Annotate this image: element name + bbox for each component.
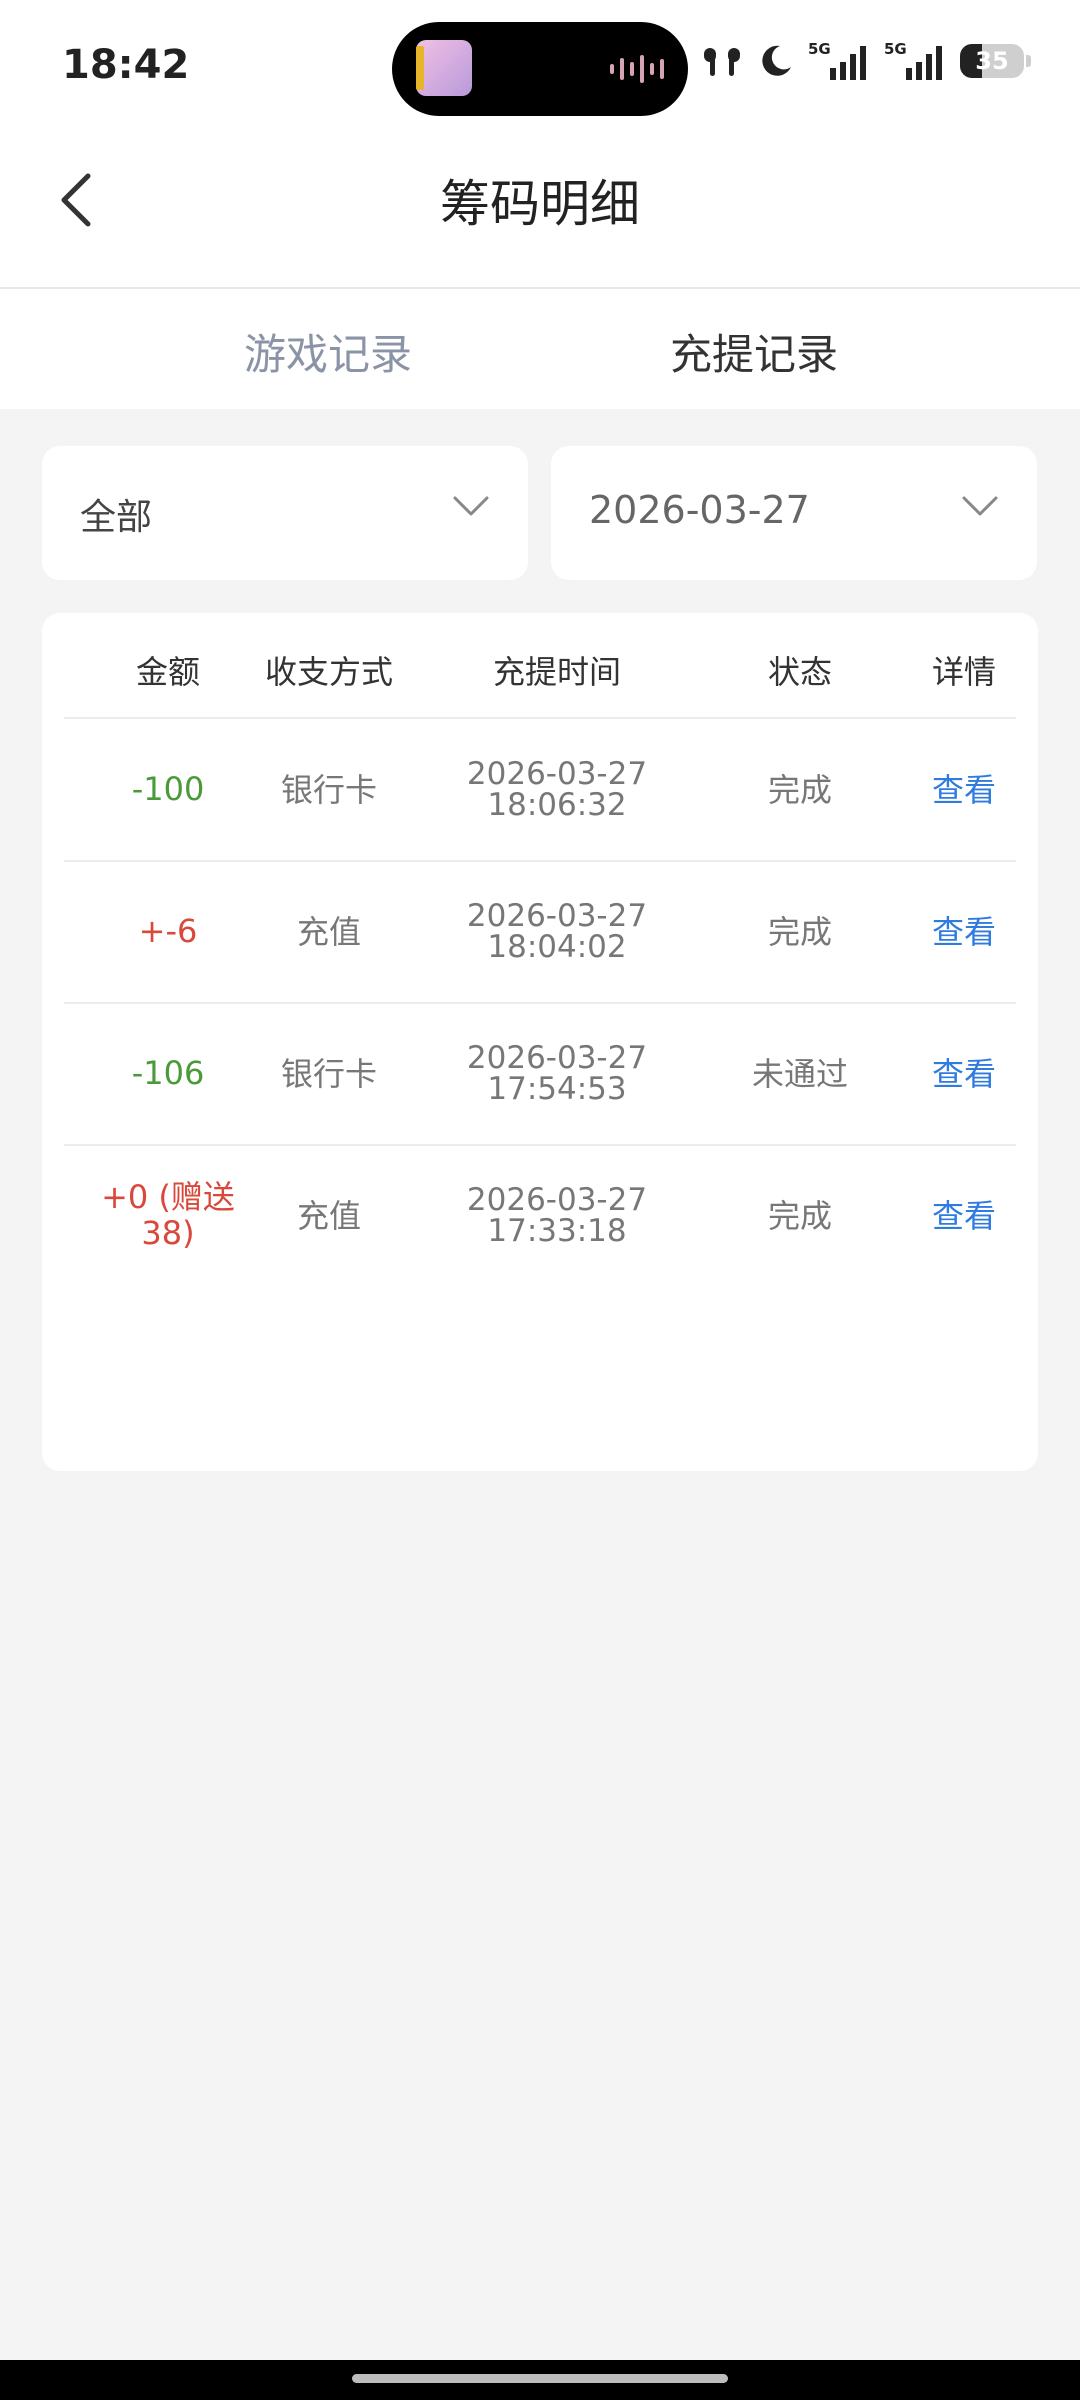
column-header-time: 充提时间 (492, 653, 621, 691)
dynamic-island[interactable] (392, 22, 688, 116)
amount-cell: +0 (赠送38) (101, 1178, 235, 1252)
system-icons: 5G 5G 35 (700, 40, 1031, 82)
view-detail-link[interactable]: 查看 (874, 861, 1054, 1002)
amount-cell: -106 (131, 1053, 205, 1092)
time-text: 17:33:18 (487, 1212, 627, 1249)
time-text: 17:54:53 (487, 1070, 627, 1107)
date-text: 2026-03-27 (466, 897, 648, 934)
status-cell: 完成 (767, 1196, 832, 1235)
status-cell: 完成 (767, 770, 832, 809)
table-row: -100 银行卡 2026-03-27 18:06:32 完成 查看 (64, 719, 1016, 862)
date-filter-select[interactable]: 2026-03-27 (551, 446, 1037, 580)
record-tabs: 游戏记录 充提记录 (0, 289, 1080, 409)
status-cell: 完成 (767, 912, 832, 951)
chevron-down-icon (962, 496, 998, 516)
column-header-detail: 详情 (931, 653, 996, 691)
chevron-down-icon (453, 496, 489, 516)
time-text: 18:04:02 (487, 928, 627, 965)
status-time: 18:42 (62, 42, 190, 88)
signal-5g-icon: 5G (884, 40, 942, 80)
date-filter-value: 2026-03-27 (589, 488, 810, 532)
date-text: 2026-03-27 (466, 1039, 648, 1076)
page-header: 筹码明细 (0, 130, 1080, 289)
tab-game-records[interactable]: 游戏记录 (244, 321, 412, 382)
table-row: +0 (赠送38) 充值 2026-03-27 17:33:18 完成 查看 (64, 1145, 1016, 1286)
status-cell: 未通过 (751, 1054, 848, 1093)
type-filter-value: 全部 (80, 497, 153, 538)
type-filter-select[interactable]: 全部 (42, 446, 528, 580)
amount-cell: +-6 (138, 911, 198, 950)
method-cell: 充值 (296, 912, 361, 951)
status-bar: 18:42 5G 5G 35 (0, 0, 1080, 130)
svg-text:5G: 5G (884, 40, 907, 58)
amount-cell: -100 (131, 769, 205, 808)
records-table: 金额 收支方式 充提时间 状态 详情 -100 银行卡 2026-03-27 1… (42, 613, 1038, 1471)
date-text: 2026-03-27 (466, 1181, 648, 1218)
battery-icon: 35 (960, 44, 1031, 78)
column-header-status: 状态 (767, 653, 832, 691)
time-text: 18:06:32 (487, 786, 627, 823)
signal-5g-icon: 5G (808, 40, 866, 80)
time-cell: 2026-03-27 17:33:18 (437, 1145, 677, 1286)
moon-icon (762, 45, 791, 76)
page-title: 筹码明细 (440, 175, 640, 233)
media-thumbnail (416, 40, 472, 96)
table-row: -106 银行卡 2026-03-27 17:54:53 未通过 查看 (64, 1003, 1016, 1146)
method-cell: 银行卡 (280, 1054, 377, 1093)
method-cell: 充值 (296, 1196, 361, 1235)
column-header-amount: 金额 (135, 653, 200, 691)
date-text: 2026-03-27 (466, 755, 648, 792)
earbuds-icon (704, 48, 740, 76)
table-row: +-6 充值 2026-03-27 18:04:02 完成 查看 (64, 861, 1016, 1004)
view-detail-link[interactable]: 查看 (874, 1145, 1054, 1286)
battery-level: 35 (975, 47, 1009, 75)
view-detail-link[interactable]: 查看 (874, 1003, 1054, 1144)
time-cell: 2026-03-27 18:06:32 (437, 719, 677, 860)
time-cell: 2026-03-27 18:04:02 (437, 861, 677, 1002)
svg-text:5G: 5G (808, 40, 831, 58)
method-cell: 银行卡 (280, 770, 377, 809)
table-header: 金额 收支方式 充提时间 状态 详情 (64, 613, 1016, 719)
time-cell: 2026-03-27 17:54:53 (437, 1003, 677, 1144)
home-indicator[interactable] (352, 2374, 728, 2383)
audio-wave-icon (610, 54, 664, 84)
column-header-method: 收支方式 (264, 653, 393, 691)
tab-deposit-withdraw-records[interactable]: 充提记录 (670, 321, 838, 382)
system-navigation-bar (0, 2360, 1080, 2400)
view-detail-link[interactable]: 查看 (874, 719, 1054, 860)
